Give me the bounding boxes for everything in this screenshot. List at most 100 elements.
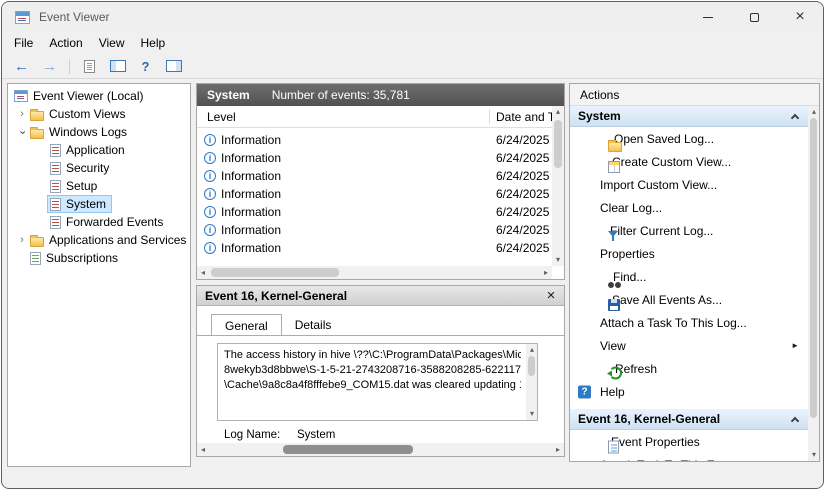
event-row[interactable]: Information6/24/2025 [197, 131, 552, 149]
tree-item-applications-and-services-log[interactable]: Applications and Services Log [8, 231, 190, 249]
tree-item-inner: Subscriptions [28, 250, 123, 266]
tree-item-forwarded-events[interactable]: Forwarded Events [8, 213, 190, 231]
menu-help[interactable]: Help [133, 34, 174, 52]
events-horizontal-scrollbar[interactable] [197, 266, 552, 279]
scroll-up-icon[interactable] [808, 106, 820, 118]
actions-vscroll-thumb[interactable] [810, 118, 817, 418]
action-help[interactable]: Help [570, 380, 808, 403]
action-find[interactable]: Find... [570, 265, 808, 288]
action-import-custom-view[interactable]: Import Custom View... [570, 173, 808, 196]
tree-item-setup[interactable]: Setup [8, 177, 190, 195]
maximize-button[interactable] [731, 2, 777, 32]
show-console-tree-button[interactable] [106, 56, 129, 76]
submenu-arrow-icon [791, 341, 799, 350]
action-event-properties[interactable]: Event Properties [570, 430, 808, 453]
events-hscroll-thumb[interactable] [211, 268, 339, 277]
event-level-cell: Information [221, 205, 281, 219]
chevron-down-icon[interactable] [16, 127, 28, 138]
menu-action[interactable]: Action [41, 34, 90, 52]
scroll-right-icon[interactable] [552, 443, 564, 456]
event-row[interactable]: Information6/24/2025 [197, 167, 552, 185]
description-vertical-scrollbar[interactable] [526, 344, 537, 420]
scroll-right-icon[interactable] [540, 266, 552, 279]
events-vertical-scrollbar[interactable] [552, 106, 564, 266]
export-list-icon [84, 60, 95, 73]
action-save-all-events-as[interactable]: Save All Events As... [570, 288, 808, 311]
show-action-pane-button[interactable] [162, 56, 185, 76]
tab-general[interactable]: General [211, 314, 282, 335]
detail-close-button[interactable] [541, 286, 561, 306]
detail-horizontal-scrollbar[interactable] [197, 443, 564, 456]
scroll-down-icon[interactable] [552, 254, 564, 266]
tree-item-event-viewer-local[interactable]: Event Viewer (Local) [8, 87, 190, 105]
events-list: Information6/24/2025Information6/24/2025… [197, 131, 552, 266]
event-viewer-icon [14, 90, 28, 102]
action-properties[interactable]: Properties [570, 242, 808, 265]
event-row[interactable]: Information6/24/2025 [197, 149, 552, 167]
action-view[interactable]: View [570, 334, 808, 357]
detail-header: Event 16, Kernel-General [197, 286, 564, 306]
menu-view[interactable]: View [91, 34, 133, 52]
column-date[interactable]: Date and T [496, 110, 552, 124]
event-date-cell: 6/24/2025 [496, 169, 549, 183]
tab-details[interactable]: Details [282, 315, 345, 336]
collapse-chevron-icon[interactable] [791, 417, 799, 425]
action-refresh[interactable]: Refresh [570, 357, 808, 380]
event-row[interactable]: Information6/24/2025 [197, 221, 552, 239]
action-open-saved-log[interactable]: Open Saved Log... [570, 127, 808, 150]
actions-section-header-event-16-kernel-general[interactable]: Event 16, Kernel-General [570, 409, 808, 430]
action-icon-spacer [578, 315, 593, 330]
information-icon [204, 152, 216, 164]
information-icon [204, 206, 216, 218]
tree-item-inner: Applications and Services Log [28, 232, 191, 248]
action-icon-spacer [578, 246, 593, 261]
tree-item-security[interactable]: Security [8, 159, 190, 177]
scroll-down-icon[interactable] [526, 408, 538, 420]
tree-item-system[interactable]: System [8, 195, 190, 213]
scroll-left-icon[interactable] [197, 443, 209, 456]
export-list-button[interactable] [78, 56, 101, 76]
event-row[interactable]: Information6/24/2025 [197, 239, 552, 257]
scroll-up-icon[interactable] [526, 344, 538, 356]
forward-button[interactable] [38, 56, 61, 76]
back-button[interactable] [10, 56, 33, 76]
tree-item-subscriptions[interactable]: Subscriptions [8, 249, 190, 267]
action-create-custom-view[interactable]: Create Custom View... [570, 150, 808, 173]
scroll-left-icon[interactable] [197, 266, 209, 279]
tree-item-application[interactable]: Application [8, 141, 190, 159]
scroll-up-icon[interactable] [552, 106, 564, 118]
event-row[interactable]: Information6/24/2025 [197, 185, 552, 203]
action-item-label: Event Properties [611, 435, 700, 449]
subscriptions-icon [30, 252, 41, 265]
detail-hscroll-thumb[interactable] [283, 445, 413, 454]
action-item-label: Save All Events As... [612, 293, 722, 307]
action-attach-task-to-this-event[interactable]: Attach Task To This Event... [570, 453, 808, 461]
tree-item-custom-views[interactable]: Custom Views [8, 105, 190, 123]
event-date-cell: 6/24/2025 [496, 223, 549, 237]
scroll-down-icon[interactable] [808, 449, 820, 461]
action-attach-a-task-to-this-log[interactable]: Attach a Task To This Log... [570, 311, 808, 334]
minimize-button[interactable] [685, 2, 731, 32]
column-level[interactable]: Level [207, 110, 236, 124]
action-item-label: View [600, 339, 626, 353]
event-description-box[interactable]: The access history in hive \??\C:\Progra… [217, 343, 538, 421]
information-icon [204, 134, 216, 146]
event-date-cell: 6/24/2025 [496, 187, 549, 201]
events-vscroll-thumb[interactable] [554, 120, 562, 168]
tree-item-windows-logs[interactable]: Windows Logs [8, 123, 190, 141]
column-divider[interactable] [489, 109, 490, 124]
help-button[interactable] [134, 56, 157, 76]
collapse-chevron-icon[interactable] [791, 114, 799, 122]
event-row[interactable]: Information6/24/2025 [197, 203, 552, 221]
action-filter-current-log[interactable]: Filter Current Log... [570, 219, 808, 242]
action-clear-log[interactable]: Clear Log... [570, 196, 808, 219]
chevron-right-icon[interactable] [16, 109, 28, 120]
console-tree-panel: Event Viewer (Local)Custom ViewsWindows … [7, 83, 191, 467]
close-button[interactable] [777, 2, 823, 32]
chevron-right-icon[interactable] [16, 235, 28, 246]
menu-file[interactable]: File [6, 34, 41, 52]
tree-item-inner: Windows Logs [28, 124, 132, 140]
description-vscroll-thumb[interactable] [528, 356, 535, 376]
actions-section-header-system[interactable]: System [570, 106, 808, 127]
actions-vertical-scrollbar[interactable] [808, 106, 819, 461]
